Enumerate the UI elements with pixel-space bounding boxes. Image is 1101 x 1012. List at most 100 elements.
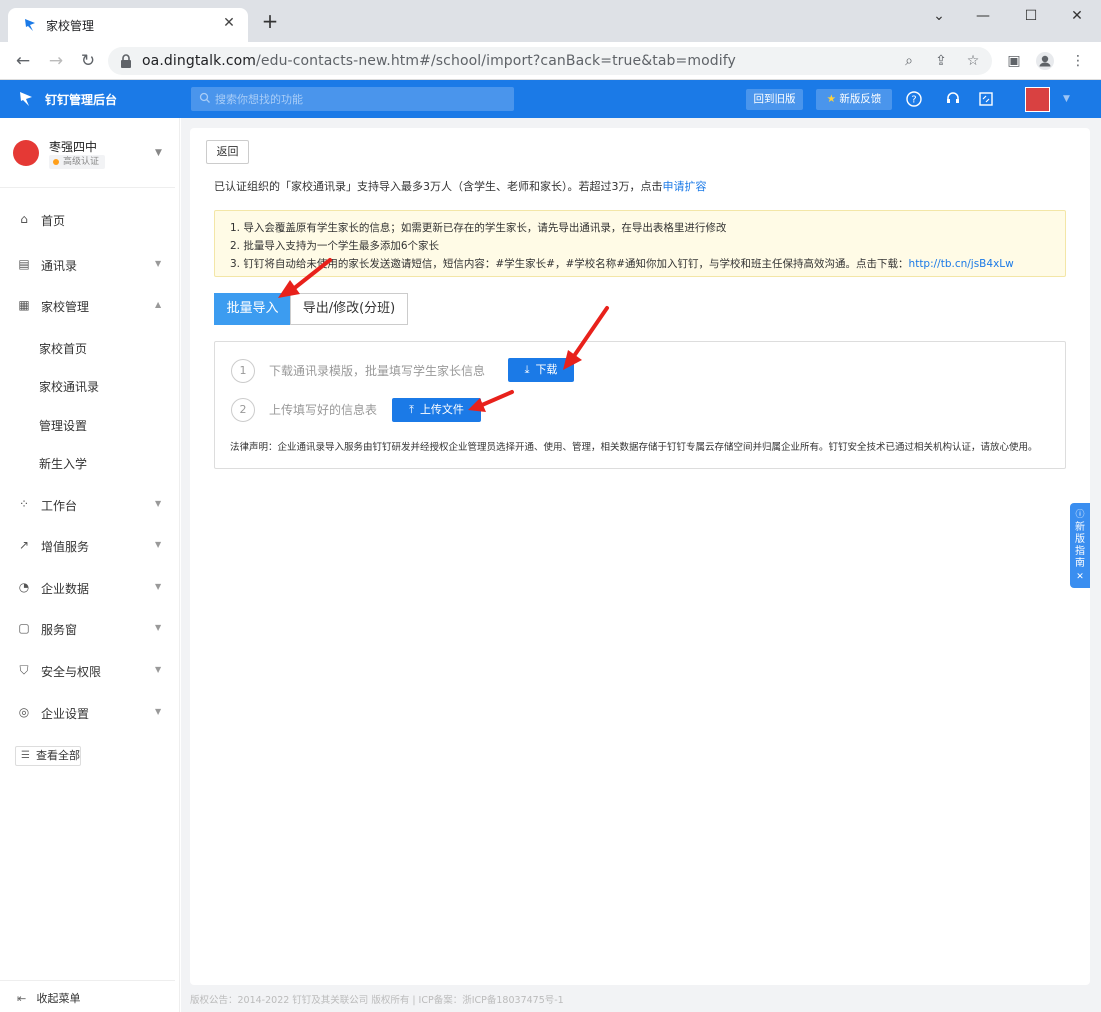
download-label: 下载 bbox=[535, 363, 558, 376]
org-switch-chevron-icon[interactable]: ▼ bbox=[155, 148, 162, 158]
grid-icon: ⁘ bbox=[18, 497, 30, 511]
sidebar-subitem-school-home[interactable]: 家校首页 bbox=[0, 334, 180, 362]
org-logo bbox=[13, 140, 39, 166]
window-icon: ▢ bbox=[18, 621, 30, 635]
chevron-down-icon: ▼ bbox=[155, 623, 162, 632]
back-arrow-icon[interactable]: ← bbox=[12, 50, 34, 72]
org-name[interactable]: 枣强四中 bbox=[49, 138, 97, 155]
fullscreen-icon[interactable] bbox=[977, 90, 995, 108]
browser-menu-icon[interactable]: ⋮ bbox=[1068, 51, 1088, 71]
browser-tab[interactable]: 家校管理 ✕ bbox=[8, 8, 248, 42]
info-icon: ⓘ bbox=[1075, 510, 1085, 520]
url-text: oa.dingtalk.com/edu-contacts-new.htm#/sc… bbox=[142, 53, 736, 69]
sidebar-subitem-label: 家校首页 bbox=[39, 342, 88, 356]
close-icon[interactable]: ✕ bbox=[1070, 572, 1090, 582]
collapse-menu-button[interactable]: ⇤ 收起菜单 bbox=[17, 990, 81, 1006]
quota-info: 已认证组织的「家校通讯录」支持导入最多3万人（含学生、老师和家长）。若超过3万，… bbox=[214, 178, 707, 194]
sidebar-item-label: 服务窗 bbox=[41, 623, 78, 637]
new-tab-icon[interactable]: + bbox=[258, 10, 282, 32]
share-icon[interactable]: ⇪ bbox=[932, 52, 950, 70]
list-icon: ☰ bbox=[21, 750, 30, 761]
zoom-icon[interactable]: ⌕ bbox=[900, 52, 918, 70]
browser-tab-strip: 家校管理 ✕ + ⌄ — ☐ ✕ bbox=[0, 0, 1101, 42]
star-icon: ★ bbox=[826, 93, 837, 105]
app-name: 钉钉管理后台 bbox=[45, 93, 118, 107]
sidebar-subitem-school-contacts[interactable]: 家校通讯录 bbox=[0, 372, 180, 400]
maximize-icon[interactable]: ☐ bbox=[1016, 6, 1046, 26]
trend-icon: ↗ bbox=[18, 538, 30, 552]
help-icon[interactable]: ? bbox=[905, 90, 923, 108]
view-all-label: 查看全部 bbox=[36, 749, 80, 762]
divider bbox=[0, 980, 175, 981]
sidebar-item-label: 家校管理 bbox=[41, 300, 90, 314]
close-window-icon[interactable]: ✕ bbox=[1062, 6, 1092, 26]
address-bar-row: ← → ↻ oa.dingtalk.com/edu-contacts-new.h… bbox=[0, 42, 1101, 80]
divider bbox=[0, 187, 175, 188]
download-icon: ⤓ bbox=[524, 363, 530, 376]
dingtalk-favicon-icon bbox=[25, 19, 35, 31]
side-panel-icon[interactable]: ▣ bbox=[1004, 51, 1024, 71]
reload-icon[interactable]: ↻ bbox=[77, 50, 99, 72]
step1-text: 下载通讯录模版，批量填写学生家长信息 bbox=[269, 364, 486, 378]
tab-export-modify[interactable]: 导出/修改(分班) bbox=[290, 293, 408, 325]
feedback-button[interactable]: ★ 新版反馈 bbox=[816, 89, 892, 110]
sidebar-subitem-new-enrollment[interactable]: 新生入学 bbox=[0, 449, 180, 477]
sidebar-item-label: 企业设置 bbox=[41, 707, 90, 721]
apply-expansion-link[interactable]: 申请扩容 bbox=[663, 180, 707, 193]
svg-text:?: ? bbox=[911, 95, 916, 106]
minimize-icon[interactable]: — bbox=[968, 6, 998, 26]
sidebar-item-label: 安全与权限 bbox=[41, 665, 102, 679]
old-version-button[interactable]: 回到旧版 bbox=[746, 89, 803, 110]
view-all-button[interactable]: ☰ 查看全部 bbox=[15, 746, 81, 766]
upload-label: 上传文件 bbox=[419, 403, 464, 416]
legal-statement: 法律声明：企业通讯录导入服务由钉钉研发并经授权企业管理员选择开通、使用、管理，相… bbox=[230, 442, 1038, 453]
tab-title: 家校管理 bbox=[46, 19, 95, 33]
notice-line: 2. 批量导入支持为一个学生最多添加6个家长 bbox=[230, 240, 440, 252]
tab-batch-import[interactable]: 批量导入 bbox=[214, 293, 291, 325]
sidebar: 枣强四中 高级认证 ▼ ⌂ 首页 ▤ 通讯录 ▼ ▦ 家校管理 ▲ 家校首页 家… bbox=[0, 118, 180, 1012]
forward-arrow-icon[interactable]: → bbox=[45, 50, 67, 72]
feedback-label: 新版反馈 bbox=[839, 93, 882, 105]
tab-search-icon[interactable]: ⌄ bbox=[924, 6, 954, 26]
dingtalk-logo-icon bbox=[20, 92, 32, 106]
user-avatar[interactable] bbox=[1025, 87, 1050, 112]
notice-line: 1. 导入会覆盖原有学生家长的信息；如需更新已存在的学生家长，请先导出通讯录，在… bbox=[230, 222, 727, 234]
upload-icon: ⤒ bbox=[409, 403, 414, 416]
download-link[interactable]: http://tb.cn/jsB4xLw bbox=[909, 258, 1014, 270]
sidebar-item-label: 首页 bbox=[41, 214, 66, 228]
sidebar-item-home[interactable]: ⌂ 首页 bbox=[0, 205, 180, 235]
step2-text: 上传填写好的信息表 bbox=[269, 403, 378, 417]
sidebar-subitem-label: 家校通讯录 bbox=[39, 380, 100, 394]
collapse-icon: ⇤ bbox=[17, 992, 27, 1005]
upload-button[interactable]: ⤒ 上传文件 bbox=[392, 398, 481, 422]
quota-text: 已认证组织的「家校通讯录」支持导入最多3万人（含学生、老师和家长）。若超过3万，… bbox=[214, 180, 663, 193]
tab-close-icon[interactable]: ✕ bbox=[220, 15, 238, 31]
new-version-guide-tab[interactable]: ⓘ 新版指南 ✕ bbox=[1070, 503, 1090, 588]
sidebar-item-label: 通讯录 bbox=[41, 259, 78, 273]
shield-icon: ⛉ bbox=[19, 663, 29, 677]
chevron-up-icon: ▲ bbox=[155, 300, 162, 309]
sidebar-item-security[interactable]: ⛉ 安全与权限 ▼ bbox=[0, 656, 180, 686]
sidebar-item-settings[interactable]: ◎ 企业设置 ▼ bbox=[0, 698, 180, 728]
feature-search[interactable] bbox=[191, 87, 514, 111]
sidebar-item-contacts[interactable]: ▤ 通讯录 ▼ bbox=[0, 250, 180, 280]
chevron-down-icon: ▼ bbox=[155, 665, 162, 674]
sidebar-item-service-window[interactable]: ▢ 服务窗 ▼ bbox=[0, 614, 180, 644]
customer-service-icon[interactable] bbox=[944, 90, 962, 108]
step-number: 2 bbox=[231, 398, 255, 422]
download-button[interactable]: ⤓ 下载 bbox=[508, 358, 574, 382]
sidebar-item-workbench[interactable]: ⁘ 工作台 ▼ bbox=[0, 490, 180, 520]
search-input[interactable] bbox=[215, 90, 505, 108]
profile-icon[interactable] bbox=[1035, 51, 1055, 71]
sidebar-item-value-added[interactable]: ↗ 增值服务 ▼ bbox=[0, 531, 180, 561]
sidebar-item-school[interactable]: ▦ 家校管理 ▲ bbox=[0, 291, 180, 321]
sidebar-subitem-label: 新生入学 bbox=[39, 457, 88, 471]
settings-icon: ◎ bbox=[18, 705, 30, 719]
chevron-down-icon[interactable]: ▼ bbox=[1063, 94, 1073, 104]
sidebar-item-data[interactable]: ◔ 企业数据 ▼ bbox=[0, 573, 180, 603]
url-field[interactable]: oa.dingtalk.com/edu-contacts-new.htm#/sc… bbox=[108, 47, 992, 75]
bookmark-star-icon[interactable]: ☆ bbox=[964, 52, 982, 70]
sidebar-item-label: 工作台 bbox=[41, 499, 78, 513]
sidebar-subitem-admin-settings[interactable]: 管理设置 bbox=[0, 411, 180, 439]
back-button[interactable]: 返回 bbox=[206, 140, 249, 164]
